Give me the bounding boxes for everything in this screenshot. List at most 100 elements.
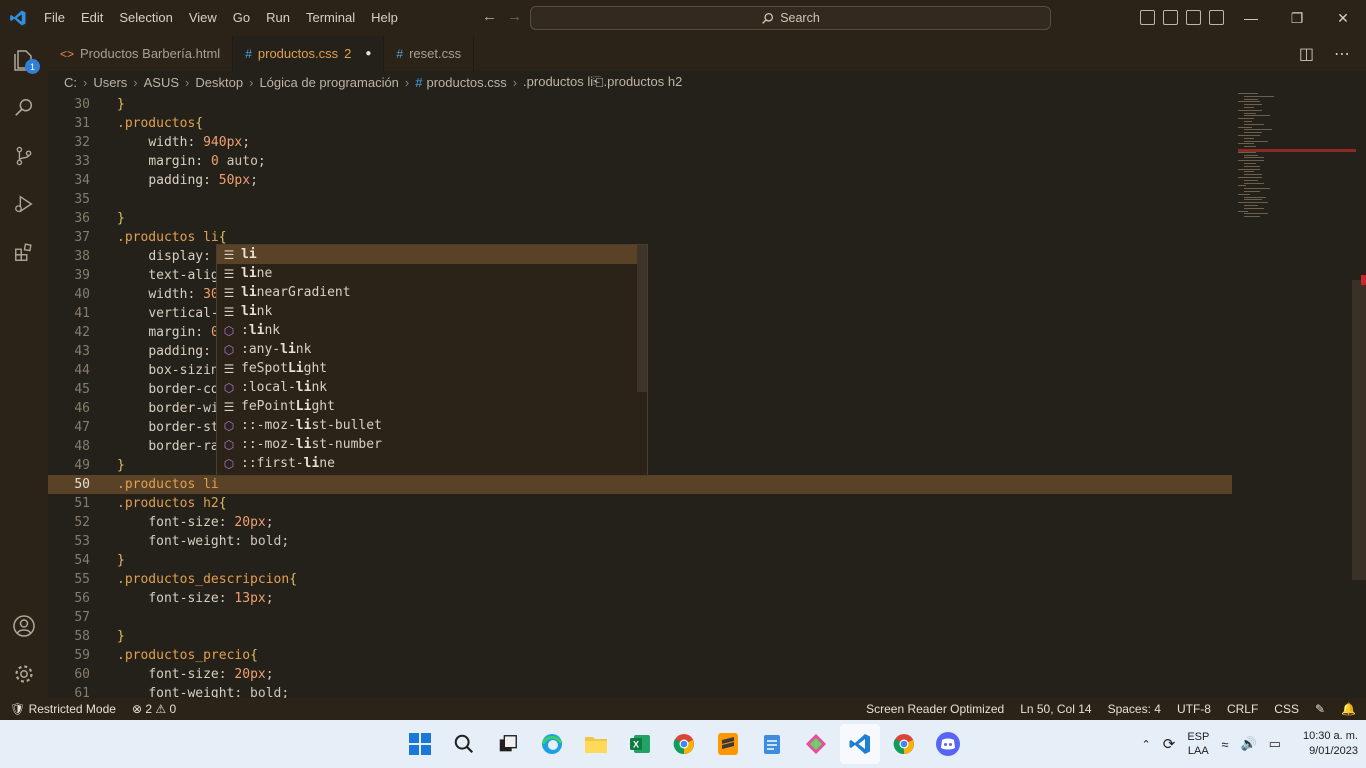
suggestion-item[interactable]: ⬡:local-link: [217, 378, 647, 397]
minimap[interactable]: [1238, 93, 1356, 223]
code-line[interactable]: 58}: [48, 627, 1238, 646]
sublime-text-icon[interactable]: [708, 724, 748, 764]
toggle-panel-icon[interactable]: [1163, 10, 1178, 25]
run-debug-icon[interactable]: [0, 180, 48, 228]
edge-browser-icon[interactable]: [532, 724, 572, 764]
tab-productos-css[interactable]: # productos.css 2 ●: [233, 36, 385, 71]
suggestion-item[interactable]: ⬡::-moz-list-number: [217, 435, 647, 454]
menu-help[interactable]: Help: [363, 0, 406, 36]
code-line[interactable]: 56 font-size: 13px;: [48, 589, 1238, 608]
clock[interactable]: 10:30 a. m. 9/01/2023: [1303, 729, 1358, 759]
breadcrumb-asus[interactable]: ASUS: [144, 75, 179, 90]
feedback-icon[interactable]: ✎: [1315, 702, 1325, 716]
code-line[interactable]: 52 font-size: 20px;: [48, 513, 1238, 532]
accounts-icon[interactable]: [0, 602, 48, 650]
code-line[interactable]: 35: [48, 190, 1238, 209]
code-line[interactable]: 30}: [48, 95, 1238, 114]
suggestion-item[interactable]: ☰ fePointLight: [217, 397, 647, 416]
notepad-icon[interactable]: [752, 724, 792, 764]
problems-item[interactable]: ⊗ 2 ⚠ 0: [132, 702, 176, 716]
sync-icon[interactable]: ⟳: [1163, 735, 1176, 753]
discord-icon[interactable]: [928, 724, 968, 764]
suggestion-item[interactable]: ⬡:link: [217, 321, 647, 340]
menu-run[interactable]: Run: [258, 0, 298, 36]
windows-start-icon[interactable]: [400, 724, 440, 764]
vscode-taskbar-icon[interactable]: [840, 724, 880, 764]
back-arrow-icon[interactable]: ←: [482, 8, 497, 25]
customize-layout-icon[interactable]: [1209, 10, 1224, 25]
suggestion-item[interactable]: ⬡::first-line: [217, 454, 647, 473]
show-hidden-icons-chevron-icon[interactable]: ⌃: [1142, 738, 1151, 751]
code-line[interactable]: 50 .productos li: [48, 475, 1232, 494]
menu-selection[interactable]: Selection: [111, 0, 180, 36]
breadcrumb-desktop[interactable]: Desktop: [195, 75, 243, 90]
source-control-icon[interactable]: [0, 132, 48, 180]
breadcrumb-users[interactable]: Users: [93, 75, 127, 90]
battery-icon[interactable]: ▭: [1269, 736, 1281, 752]
code-line[interactable]: 31 .productos{: [48, 114, 1238, 133]
forward-arrow-icon[interactable]: →: [507, 8, 522, 25]
excel-icon[interactable]: X: [620, 724, 660, 764]
restore-icon[interactable]: ❐: [1274, 0, 1320, 36]
minimize-icon[interactable]: —: [1228, 0, 1274, 36]
code-line[interactable]: 36}: [48, 209, 1238, 228]
more-actions-icon[interactable]: ⋯: [1334, 44, 1350, 64]
snipping-tool-icon[interactable]: [796, 724, 836, 764]
search-view-icon[interactable]: [0, 84, 48, 132]
extensions-icon[interactable]: [0, 228, 48, 276]
indentation-item[interactable]: Spaces: 4: [1108, 702, 1161, 716]
eol-item[interactable]: CRLF: [1227, 702, 1258, 716]
suggestion-item[interactable]: ⬡:any-link: [217, 340, 647, 359]
code-line[interactable]: 32 width: 940px;: [48, 133, 1238, 152]
settings-gear-icon[interactable]: [0, 650, 48, 698]
suggest-scrollbar[interactable]: [637, 245, 647, 392]
code-line[interactable]: 54}: [48, 551, 1238, 570]
code-line[interactable]: 51 .productos h2{: [48, 494, 1238, 513]
menu-edit[interactable]: Edit: [73, 0, 111, 36]
breadcrumb-drive[interactable]: C:: [64, 75, 77, 90]
tab-reset-css[interactable]: # reset.css: [384, 36, 475, 71]
breadcrumb-symbol[interactable]: .productos li⎗.productos h2: [523, 74, 682, 90]
suggestion-item[interactable]: ☰ link: [217, 302, 647, 321]
suggest-widget[interactable]: ☰ li ☰ line ☰ linearGradient ☰ link ⬡:link ⬡:any-…: [216, 244, 648, 476]
task-view-icon[interactable]: [488, 724, 528, 764]
split-editor-icon[interactable]: ◫: [1299, 44, 1314, 64]
tab-productos-barberia-html[interactable]: <> Productos Barbería.html: [48, 36, 234, 71]
code-line[interactable]: 57: [48, 608, 1238, 627]
editor-scrollbar[interactable]: [1352, 280, 1366, 580]
encoding-item[interactable]: UTF-8: [1177, 702, 1211, 716]
suggestion-item[interactable]: ☰ line: [217, 264, 647, 283]
close-icon[interactable]: ✕: [1320, 0, 1366, 36]
toggle-secondary-sidebar-icon[interactable]: [1186, 10, 1201, 25]
command-center-search[interactable]: Search: [530, 6, 1051, 30]
file-explorer-icon[interactable]: [576, 724, 616, 764]
menu-file[interactable]: File: [36, 0, 73, 36]
wifi-icon[interactable]: ≈: [1221, 737, 1228, 752]
toggle-primary-sidebar-icon[interactable]: [1140, 10, 1155, 25]
code-line[interactable]: 55 .productos_descripcion{: [48, 570, 1238, 589]
code-line[interactable]: 34 padding: 50px;: [48, 171, 1238, 190]
restricted-mode-item[interactable]: 🛡 Restricted Mode: [10, 702, 116, 716]
suggestion-item[interactable]: ☰ linearGradient: [217, 283, 647, 302]
volume-icon[interactable]: 🔊: [1240, 736, 1256, 752]
code-line[interactable]: 33 margin: 0 auto;: [48, 152, 1238, 171]
breadcrumb-file[interactable]: productos.css: [427, 75, 507, 90]
chrome-profile-icon[interactable]: [664, 724, 704, 764]
notifications-bell-icon[interactable]: 🔔: [1341, 702, 1356, 716]
taskbar-search-icon[interactable]: [444, 724, 484, 764]
menu-go[interactable]: Go: [225, 0, 258, 36]
menu-view[interactable]: View: [181, 0, 225, 36]
input-language[interactable]: ESP LAA: [1187, 730, 1209, 758]
code-line[interactable]: 60 font-size: 20px;: [48, 665, 1238, 684]
code-line[interactable]: 59 .productos_precio{: [48, 646, 1238, 665]
menu-terminal[interactable]: Terminal: [298, 0, 363, 36]
suggestion-item[interactable]: ☰ li: [217, 245, 647, 264]
chrome-icon[interactable]: [884, 724, 924, 764]
unsaved-dot-icon[interactable]: ●: [365, 48, 371, 59]
breadcrumb-folder[interactable]: Lógica de programación: [259, 75, 398, 90]
screen-reader-item[interactable]: Screen Reader Optimized: [866, 702, 1004, 716]
language-mode-item[interactable]: CSS: [1274, 702, 1299, 716]
code-line[interactable]: 61 font-weight: bold;: [48, 684, 1238, 698]
explorer-icon[interactable]: 1: [0, 36, 48, 84]
code-line[interactable]: 53 font-weight: bold;: [48, 532, 1238, 551]
